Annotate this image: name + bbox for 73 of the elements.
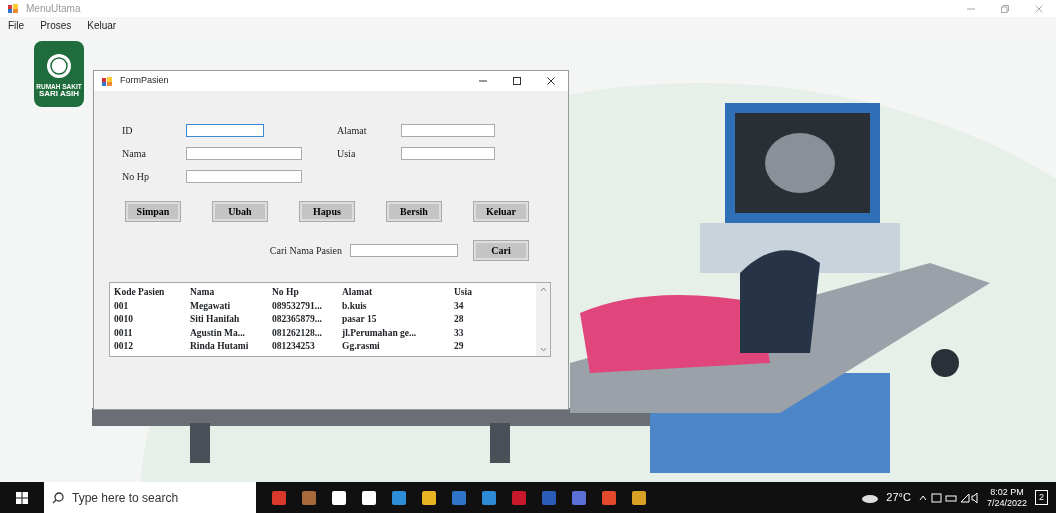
- field-label: Nama: [122, 147, 147, 161]
- field-label: Alamat: [337, 124, 368, 138]
- table-cell-text: jl.Perumahan ge...: [342, 327, 418, 339]
- table-cell-text: Megawati: [190, 300, 232, 312]
- table-cell-text: 001: [114, 300, 130, 312]
- menu-item[interactable]: Keluar: [87, 17, 117, 33]
- column-header: Usia: [454, 287, 473, 299]
- table-cell-text: Gg.rasmi: [342, 341, 381, 353]
- logo-emblem-icon: [46, 53, 72, 80]
- table-cell-text: Rinda Hutami: [190, 341, 250, 353]
- window-title: MenuUtama: [26, 2, 81, 16]
- form-title: FormPasien: [120, 74, 169, 88]
- column-header: Kode Pasien: [114, 287, 166, 299]
- logo-name: SARI ASIH: [38, 90, 80, 99]
- field-label: Usia: [337, 147, 357, 161]
- app-icon[interactable]: [332, 490, 346, 505]
- table-cell-text: Agustin Ma...: [190, 327, 246, 339]
- column-header: Nama: [190, 287, 216, 299]
- start-icon[interactable]: [16, 491, 28, 504]
- taskbar-search[interactable]: Type here to search: [44, 482, 256, 513]
- search-placeholder: Type here to search: [72, 489, 179, 507]
- scroll-up-icon[interactable]: [539, 287, 547, 292]
- text-field[interactable]: [401, 147, 495, 160]
- table-cell-text: 33: [454, 327, 465, 339]
- scroll-down-icon[interactable]: [539, 347, 547, 352]
- column-header: No Hp: [272, 287, 300, 299]
- table-cell-text: 29: [454, 341, 465, 353]
- column-header: Alamat: [342, 287, 374, 299]
- clock-time: 8:02 PM: [990, 486, 1024, 498]
- notification-count[interactable]: 2: [1035, 489, 1048, 506]
- search-field[interactable]: [350, 244, 458, 257]
- table-cell-text: 0012: [114, 341, 134, 353]
- action-button[interactable]: Hapus: [300, 202, 354, 221]
- text-field[interactable]: [186, 170, 302, 183]
- table-cell-text: 081262128...: [272, 327, 323, 339]
- clock-date: 7/24/2022: [986, 497, 1027, 509]
- maximize-icon: [512, 76, 522, 86]
- action-button[interactable]: Bersih: [387, 202, 441, 221]
- table-cell-text: pasar 15: [342, 314, 378, 326]
- table-cell-text: 28: [454, 314, 465, 326]
- table-cell-text: Siti Hanifah: [190, 314, 241, 326]
- table-cell-text: 0010: [114, 314, 134, 326]
- menu-item[interactable]: Proses: [40, 17, 72, 33]
- table-cell-text: 0011: [114, 327, 134, 339]
- system-tray-icons[interactable]: [918, 491, 979, 504]
- app-icon[interactable]: [422, 490, 436, 505]
- close-icon: [1034, 3, 1044, 14]
- cloud-icon: [862, 492, 879, 503]
- app-icon: [102, 76, 112, 86]
- table-cell-text: b.kuis: [342, 300, 368, 312]
- action-button[interactable]: Ubah: [213, 202, 267, 221]
- menu-item[interactable]: File: [8, 17, 25, 33]
- text-field[interactable]: [186, 124, 264, 137]
- action-button[interactable]: Keluar: [474, 202, 528, 221]
- text-field[interactable]: [401, 124, 495, 137]
- search-label: Cari Nama Pasien: [269, 244, 342, 258]
- temperature: 27°C: [886, 490, 911, 506]
- field-label: No Hp: [122, 170, 150, 184]
- restore-icon: [1000, 3, 1010, 14]
- close-icon: [546, 76, 556, 86]
- search-button[interactable]: Cari: [474, 241, 528, 260]
- field-label: ID: [122, 124, 134, 138]
- action-button[interactable]: Simpan: [126, 202, 180, 221]
- app-icon[interactable]: [362, 490, 376, 505]
- app-icon[interactable]: [632, 490, 646, 505]
- app-icon: [8, 4, 18, 13]
- text-field[interactable]: [186, 147, 302, 160]
- table-cell-text: 089532791...: [272, 300, 323, 312]
- table-cell-text: 081234253: [272, 341, 316, 353]
- table-cell-text: 34: [454, 300, 465, 312]
- table-cell-text: 082365879...: [272, 314, 323, 326]
- search-icon: [52, 491, 64, 504]
- scrollbar[interactable]: [536, 283, 550, 356]
